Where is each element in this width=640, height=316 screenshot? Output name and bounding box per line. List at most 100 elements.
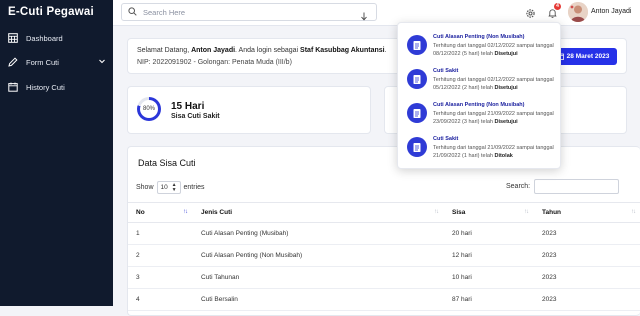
cell-sisa: 12 hari [444,244,534,267]
sort-icon: ↑↓ [631,209,636,215]
table-title: Data Sisa Cuti [138,158,196,168]
cell-tahun: 2023 [534,244,640,267]
search-input[interactable] [143,7,343,17]
date-button-label: 28 Maret 2023 [566,53,610,60]
cell-no: 1 [128,222,193,245]
welcome-name: Anton Jayadi [191,47,236,54]
column-header-label: Jenis Cuti [201,209,233,216]
cell-jenis-cuti: Cuti Bersalin [193,288,444,311]
column-header-label: No [136,209,145,216]
sort-icon: ↑↓ [524,209,529,215]
column-header-no[interactable]: No ↑↓ [128,202,193,223]
notification-title: Cuti Sakit [433,68,459,74]
document-icon [407,35,427,55]
table-search-input[interactable] [534,179,619,194]
calendar-icon [7,81,19,93]
column-header-label: Sisa [452,209,466,216]
calculator-icon [7,32,19,44]
notification-item[interactable]: Cuti Alasan Penting (Non Musibah) Terhit… [398,99,562,132]
notification-badge: 4 [554,3,561,10]
sidebar: E-Cuti Pegawai Dashboard Form Cuti Histo… [0,0,113,306]
cell-tahun: 2023 [534,222,640,245]
notification-status: Disetujui [494,85,518,91]
stat-value: 15 Hari [171,101,205,112]
column-header-label: Tahun [542,209,562,216]
cell-jenis-cuti: Cuti Tahunan [193,266,444,289]
notification-title: Cuti Alasan Penting (Non Musibah) [433,102,525,108]
entries-select[interactable]: 10 ▲ ▼ [156,181,181,194]
notification-dropdown: Cuti Alasan Penting (Non Musibah) Terhit… [397,22,561,169]
sidebar-item-label: Form Cuti [26,57,59,67]
welcome-text: Selamat Datang, Anton Jayadi. Anda login… [137,47,387,54]
sidebar-item-dashboard[interactable]: Dashboard [0,30,113,46]
stat-card-sisa-cuti-sakit: 80% 15 Hari Sisa Cuti Sakit [127,86,371,134]
notification-title: Cuti Sakit [433,136,459,142]
entries-control: Show 10 ▲ ▼ entries [136,181,205,194]
cell-jenis-cuti: Cuti Alasan Penting (Non Musibah) [193,244,444,267]
cell-no: 4 [128,288,193,311]
column-header-sisa[interactable]: Sisa ↑↓ [444,202,534,223]
employee-info: NIP: 2022091902 - Golongan: Penata Muda … [137,59,292,66]
notification-text: Terhitung dari tanggal 21/09/2022 sampai… [433,144,559,160]
sidebar-item-history-cuti[interactable]: History Cuti [0,79,113,95]
notification-status: Disetujui [494,119,518,125]
table-search-label: Search: [506,183,531,190]
arrow-down-icon[interactable] [360,8,368,26]
sisa-cuti-table-card: Data Sisa Cuti Show 10 ▲ ▼ entries Search… [127,146,640,316]
cell-jenis-cuti: Cuti Alasan Penting (Musibah) [193,222,444,245]
cell-sisa: 10 hari [444,266,534,289]
column-header-tahun[interactable]: Tahun ↑↓ [534,202,640,223]
table-row: 3 Cuti Tahunan 10 hari 2023 [128,266,640,289]
notification-item[interactable]: Cuti Alasan Penting (Non Musibah) Terhit… [398,31,562,64]
entries-label: entries [183,184,205,191]
notification-text: Terhitung dari tanggal 02/12/2022 sampai… [433,42,559,58]
pencil-icon [7,56,19,68]
nip-text: NIP: 2022091902 [137,59,192,66]
column-header-jenis-cuti[interactable]: Jenis Cuti ↑↓ [193,202,444,223]
sidebar-item-form-cuti[interactable]: Form Cuti [0,54,113,70]
stat-label: Sisa Cuti Sakit [171,113,220,120]
search-bar[interactable] [121,3,377,21]
entries-value: 10 [160,184,168,191]
golongan-text: Golongan: Penata Muda (III/b) [197,59,292,66]
cell-sisa: 20 hari [444,222,534,245]
document-icon [407,103,427,123]
select-arrows-icon: ▲ ▼ [171,181,177,193]
table-row: 4 Cuti Bersalin 87 hari 2023 [128,288,640,311]
brand-title[interactable]: E-Cuti Pegawai [0,0,113,26]
sidebar-item-label: History Cuti [26,82,65,92]
document-icon [407,137,427,157]
table-row: 1 Cuti Alasan Penting (Musibah) 20 hari … [128,222,640,245]
sort-icon: ↑↓ [434,209,439,215]
show-label: Show [136,184,154,191]
progress-percent: 80% [142,106,155,112]
cell-no: 2 [128,244,193,267]
notification-item[interactable]: Cuti Sakit Terhitung dari tanggal 21/09/… [398,133,562,166]
greeting-text: Selamat Datang, [137,47,192,54]
table-row: 2 Cuti Alasan Penting (Non Musibah) 12 h… [128,244,640,267]
greeting-text: . [384,47,387,54]
notification-title: Cuti Alasan Penting (Non Musibah) [433,34,525,40]
notification-text: Terhitung dari tanggal 21/09/2022 sampai… [433,110,559,126]
notification-text: Terhitung dari tanggal 02/12/2022 sampai… [433,76,559,92]
cell-tahun: 2023 [534,288,640,311]
sisa-cuti-table: No ↑↓ Jenis Cuti ↑↓ Sisa ↑↓ Tahun ↑↓ 1 Cuti … [128,202,640,311]
username[interactable]: Anton Jayadi [591,8,631,15]
cell-sisa: 87 hari [444,288,534,311]
table-header-row: No ↑↓ Jenis Cuti ↑↓ Sisa ↑↓ Tahun ↑↓ [128,202,640,223]
notification-status: Disetujui [494,51,518,57]
cell-tahun: 2023 [534,266,640,289]
notification-item[interactable]: Cuti Sakit Terhitung dari tanggal 02/12/… [398,65,562,98]
notification-status: Ditolak [494,153,513,159]
sort-icon: ↑↓ [183,209,188,215]
chevron-down-icon[interactable] [98,57,106,67]
search-icon [128,3,137,21]
sidebar-item-label: Dashboard [26,33,63,43]
cell-no: 3 [128,266,193,289]
avatar[interactable] [568,2,588,22]
greeting-text: . Anda login sebagai [235,47,301,54]
welcome-role: Staf Kasubbag Akuntansi [300,47,385,54]
progress-ring: 80% [137,97,161,121]
topbar: 4 Anton Jayadi [113,0,640,26]
document-icon [407,69,427,89]
